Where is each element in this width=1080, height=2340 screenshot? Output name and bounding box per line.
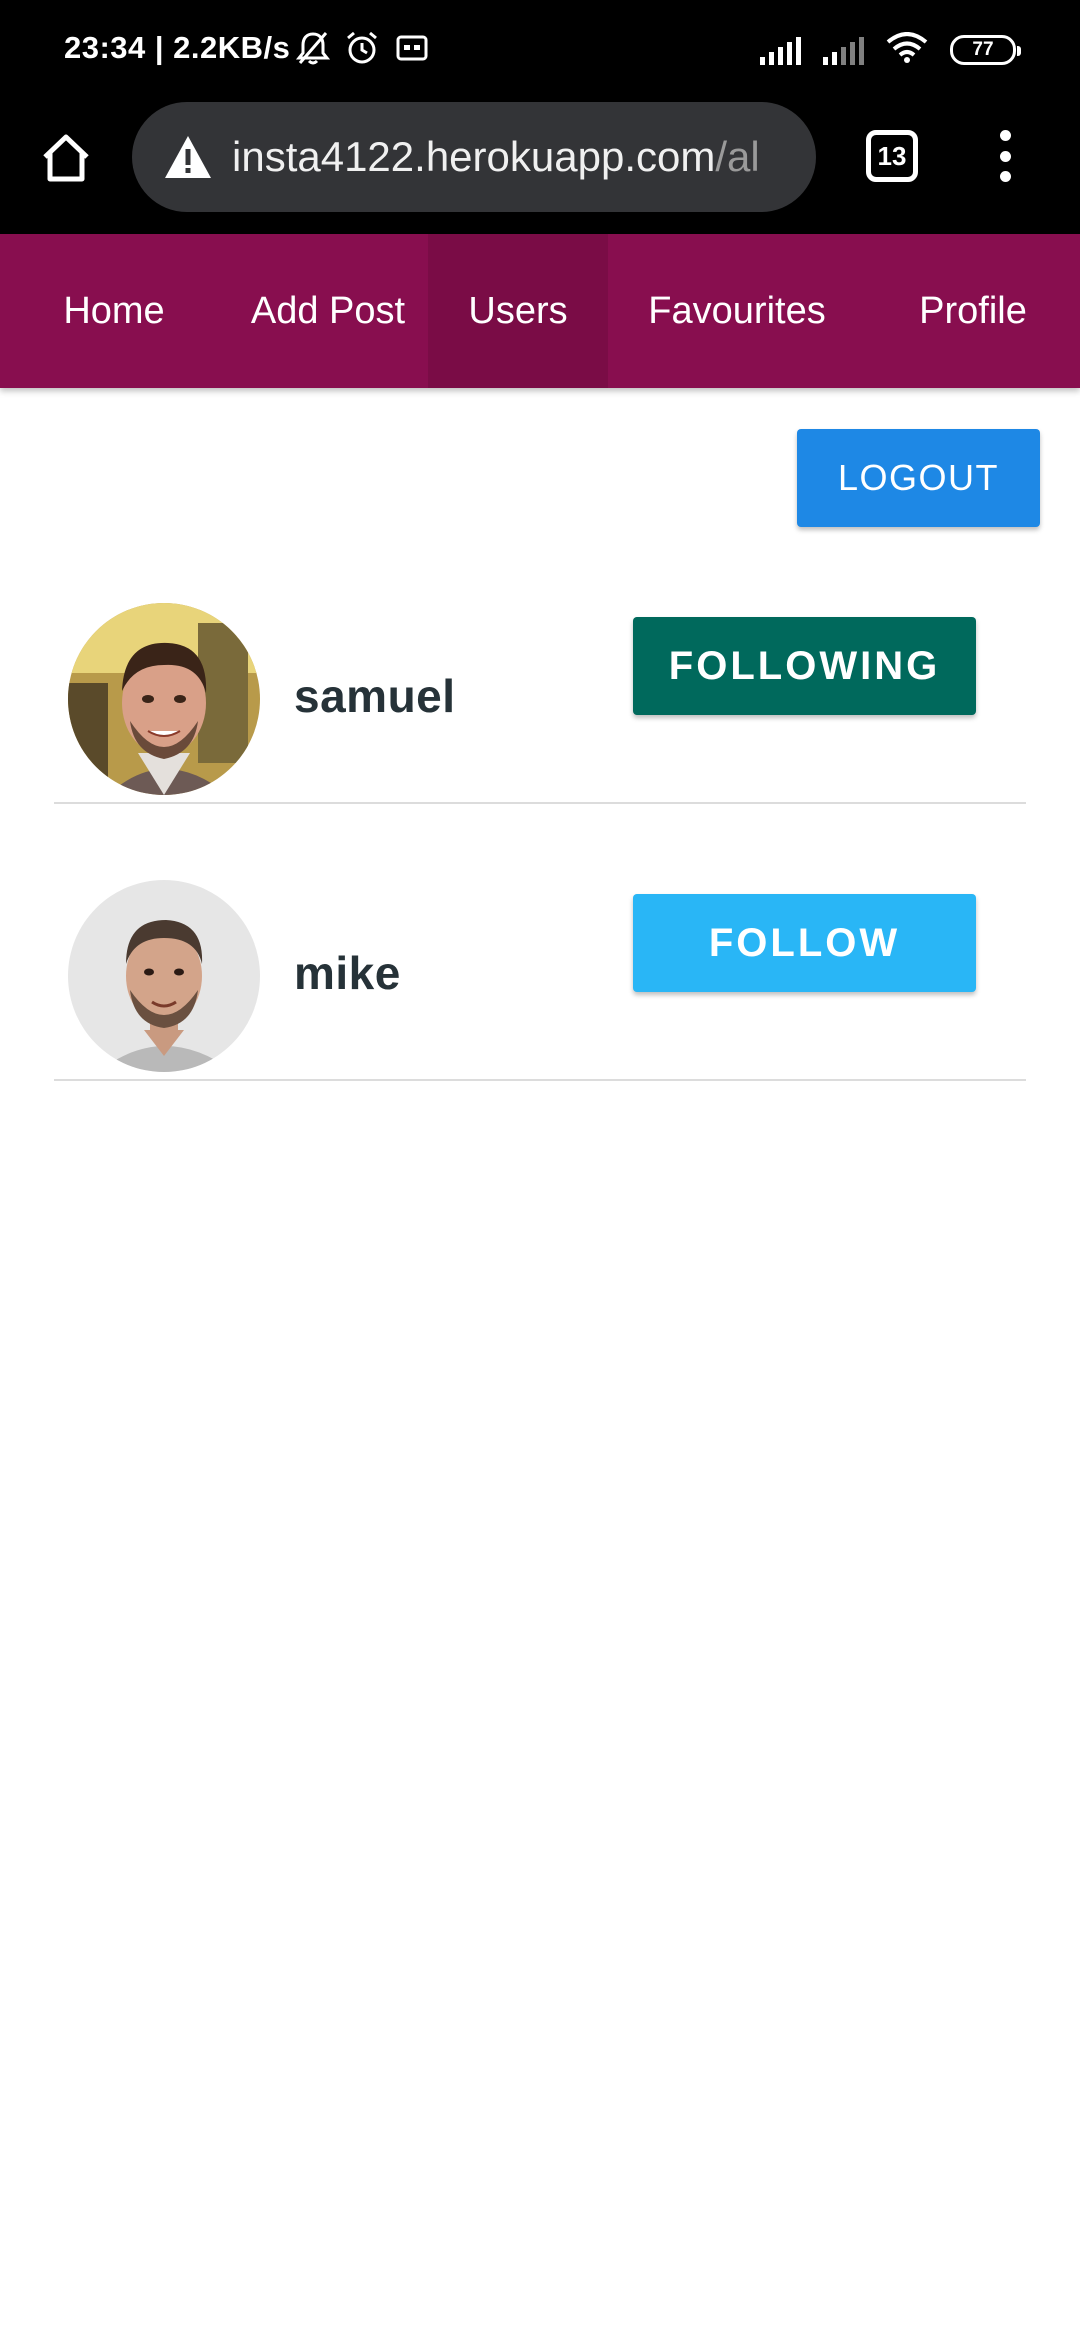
nav-item-users[interactable]: Users xyxy=(428,234,608,388)
vr-icon xyxy=(394,31,430,70)
status-time: 23:34 | 2.2KB/s xyxy=(64,30,291,65)
nav-item-profile[interactable]: Profile xyxy=(866,234,1080,388)
nav-item-add-post[interactable]: Add Post xyxy=(228,234,428,388)
username: samuel xyxy=(294,670,456,722)
address-bar[interactable]: insta4122.herokuapp.com/al xyxy=(132,102,816,212)
username: mike xyxy=(294,947,401,999)
browser-toolbar: insta4122.herokuapp.com/al 13 xyxy=(0,100,1080,234)
url-domain: insta4122.herokuapp.com xyxy=(232,133,716,180)
nav-item-favourites[interactable]: Favourites xyxy=(608,234,866,388)
alarm-icon xyxy=(344,30,380,71)
status-icons-left xyxy=(295,30,430,71)
follow-button[interactable]: FOLLOW xyxy=(633,894,976,992)
status-icons-right: 77 xyxy=(760,30,1021,70)
home-icon[interactable] xyxy=(36,128,96,188)
following-button[interactable]: FOLLOWING xyxy=(633,617,976,715)
warning-icon[interactable] xyxy=(162,131,214,183)
wifi-icon xyxy=(886,31,928,69)
signal-icon xyxy=(760,35,801,65)
avatar[interactable] xyxy=(68,603,260,795)
user-row-samuel: samuel FOLLOWING xyxy=(54,569,1026,804)
battery-icon: 77 xyxy=(950,35,1021,65)
more-vert-icon[interactable] xyxy=(990,122,1020,190)
url-path: /al xyxy=(715,133,760,180)
nav-item-home[interactable]: Home xyxy=(0,234,228,388)
url-text: insta4122.herokuapp.com/al xyxy=(232,133,802,181)
status-bar: 23:34 | 2.2KB/s 77 xyxy=(0,0,1080,100)
bell-off-icon xyxy=(295,30,331,71)
signal-icon xyxy=(823,35,864,65)
user-row-mike: mike FOLLOW xyxy=(54,846,1026,1081)
tabs-button[interactable]: 13 xyxy=(866,130,918,182)
app-nav: Home Add Post Users Favourites Profile xyxy=(0,234,1080,388)
avatar[interactable] xyxy=(68,880,260,1072)
logout-button[interactable]: LOGOUT xyxy=(797,429,1040,527)
